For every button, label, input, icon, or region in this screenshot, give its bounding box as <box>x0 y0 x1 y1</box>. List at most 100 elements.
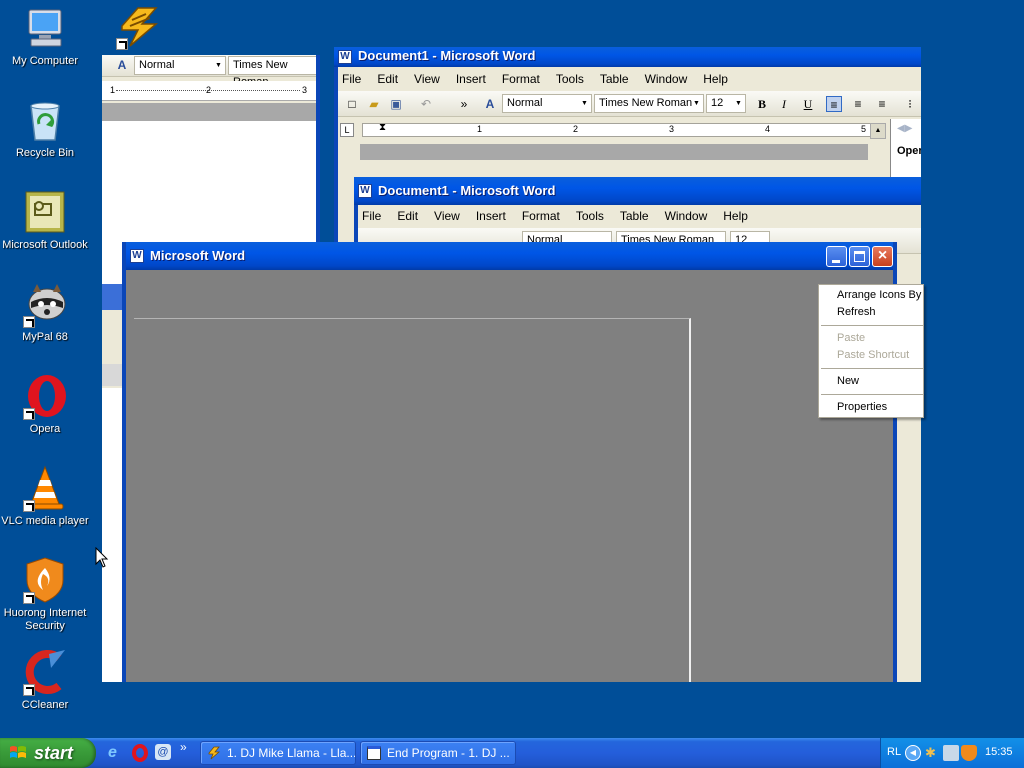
titlebar[interactable]: W Document1 - Microsoft Word <box>334 47 921 67</box>
close-button[interactable]: × <box>872 246 893 267</box>
window-title: Microsoft Word <box>150 248 246 263</box>
back-arrow-icon[interactable]: ◀▶ <box>897 123 912 134</box>
align-left-button[interactable]: ≡ <box>826 96 842 112</box>
thunderbird-icon[interactable]: @ <box>155 744 171 760</box>
winamp-icon <box>208 746 221 760</box>
context-menu-item-paste[interactable]: Paste <box>837 332 865 344</box>
language-indicator[interactable]: RL <box>887 746 901 758</box>
tray-security-icon[interactable] <box>961 745 977 761</box>
style-dropdown[interactable]: Normal ▼ <box>502 94 592 113</box>
window-title: Document1 - Microsoft Word <box>358 48 536 63</box>
new-document-icon[interactable]: □ <box>344 96 360 112</box>
clock[interactable]: 15:35 <box>985 746 1013 758</box>
menu-edit[interactable]: Edit <box>369 68 406 90</box>
context-menu-item-paste-shortcut[interactable]: Paste Shortcut <box>837 349 909 361</box>
quicklaunch-expand-icon[interactable]: » <box>180 740 187 754</box>
ccleaner-icon <box>21 648 69 696</box>
menu-table[interactable]: Table <box>592 68 637 90</box>
style-value: Normal <box>139 59 175 71</box>
menu-file[interactable]: File <box>334 68 369 90</box>
ruler-number: 2 <box>573 124 579 134</box>
font-dropdown[interactable]: Times New Roman <box>228 56 320 88</box>
align-right-button[interactable]: ≡ <box>874 96 890 112</box>
desktop-icon-mypal[interactable]: MyPal 68 <box>0 280 90 344</box>
start-button[interactable]: start <box>0 738 96 768</box>
menu-view[interactable]: View <box>426 205 468 227</box>
taskbar-button-winamp[interactable]: 1. DJ Mike Llama - Lla... <box>200 741 356 765</box>
save-icon[interactable]: ▣ <box>388 96 404 112</box>
document-outline <box>134 318 691 682</box>
undo-icon[interactable]: ↶ <box>418 96 434 112</box>
menu-file[interactable]: File <box>354 205 389 227</box>
menu-help[interactable]: Help <box>715 205 756 227</box>
tray-collapse-button[interactable]: ◀ <box>905 745 921 761</box>
align-center-button[interactable]: ≡ <box>850 96 866 112</box>
titlebar[interactable]: W Microsoft Word × <box>126 242 893 270</box>
style-value: Normal <box>507 97 543 109</box>
tray-tool-icon[interactable]: ✱ <box>925 745 941 761</box>
menu-insert[interactable]: Insert <box>448 68 494 90</box>
style-dropdown[interactable]: Normal ▼ <box>134 56 226 75</box>
menu-window[interactable]: Window <box>657 205 716 227</box>
size-dropdown[interactable]: 12 ▼ <box>706 94 746 113</box>
context-menu-item-properties[interactable]: Properties <box>837 401 887 413</box>
scroll-up-button[interactable]: ▲ <box>870 123 886 139</box>
open-icon[interactable]: ▰ <box>366 96 382 112</box>
desktop-icon-vlc[interactable]: VLC media player <box>0 464 90 528</box>
context-menu-item-refresh[interactable]: Refresh <box>837 306 876 318</box>
tray-network-icon[interactable] <box>943 745 959 761</box>
opera-icon <box>21 372 69 420</box>
menu-view[interactable]: View <box>406 68 448 90</box>
menu-separator <box>821 325 923 326</box>
fragment-ruler <box>102 364 122 386</box>
font-dropdown[interactable]: Times New Roman ▼ <box>594 94 704 113</box>
italic-button[interactable]: I <box>776 96 792 112</box>
desktop-icon-recycle-bin[interactable]: Recycle Bin <box>0 96 90 160</box>
context-menu-item-arrange-icons[interactable]: Arrange Icons By <box>837 289 921 301</box>
desktop-icon-label: Huorong Internet Security <box>3 607 87 632</box>
toolbar: □ ▰ ▣ ↶ » A Normal ▼ Times New Roman ▼ 1… <box>334 91 921 117</box>
menu-tools[interactable]: Tools <box>568 205 612 227</box>
ruler-number: 3 <box>302 85 308 95</box>
desktop-icon-ccleaner[interactable]: CCleaner <box>0 648 90 712</box>
ie-icon[interactable]: e <box>108 744 126 762</box>
desktop-icon-outlook[interactable]: Microsoft Outlook <box>0 188 90 252</box>
bold-button[interactable]: B <box>754 96 770 112</box>
tab-selector-icon[interactable]: L <box>340 123 354 137</box>
word-window-fragment[interactable] <box>102 284 122 498</box>
titlebar[interactable]: W Document1 - Microsoft Word <box>354 177 921 205</box>
styles-icon[interactable]: A <box>482 96 498 112</box>
underline-button[interactable]: U <box>800 96 816 112</box>
menu-format[interactable]: Format <box>494 68 548 90</box>
menubar: File Edit View Insert Format Tools Table Window… <box>334 68 921 90</box>
context-menu-item-new[interactable]: New <box>837 375 859 387</box>
maximize-button[interactable] <box>849 246 870 267</box>
menu-tools[interactable]: Tools <box>548 68 592 90</box>
opera-quicklaunch-icon[interactable] <box>132 744 148 762</box>
numbering-button[interactable]: ⁝ <box>902 96 918 112</box>
more-icon[interactable]: » <box>456 96 472 112</box>
word-window-front[interactable]: W Microsoft Word × <box>122 242 897 682</box>
taskbar-button-end-program[interactable]: End Program - 1. DJ ... <box>360 741 516 765</box>
desktop-icon-huorong[interactable]: Huorong Internet Security <box>0 556 90 633</box>
mypal-icon <box>21 280 69 328</box>
menu-table[interactable]: Table <box>612 205 657 227</box>
ruler-strip: 1 2 3 4 5 ⧗ <box>362 122 881 137</box>
menu-insert[interactable]: Insert <box>468 205 514 227</box>
styles-icon[interactable]: A <box>114 57 130 73</box>
menubar: File Edit View Insert Format Tools Table Window… <box>354 205 921 227</box>
maximize-icon <box>854 251 865 262</box>
desktop-icon-opera[interactable]: Opera <box>0 372 90 436</box>
winamp-shortcut-icon[interactable] <box>116 4 164 50</box>
desktop-icon-my-computer[interactable]: My Computer <box>0 4 90 68</box>
ruler-number: 1 <box>110 85 116 95</box>
indent-marker-icon[interactable]: ⧗ <box>379 122 386 133</box>
ruler-number: 4 <box>765 124 771 134</box>
menu-format[interactable]: Format <box>514 205 568 227</box>
huorong-icon <box>21 556 69 604</box>
menu-help[interactable]: Help <box>695 68 736 90</box>
minimize-button[interactable] <box>826 246 847 267</box>
menu-edit[interactable]: Edit <box>389 205 426 227</box>
ruler-ticks <box>116 90 300 91</box>
menu-window[interactable]: Window <box>637 68 696 90</box>
